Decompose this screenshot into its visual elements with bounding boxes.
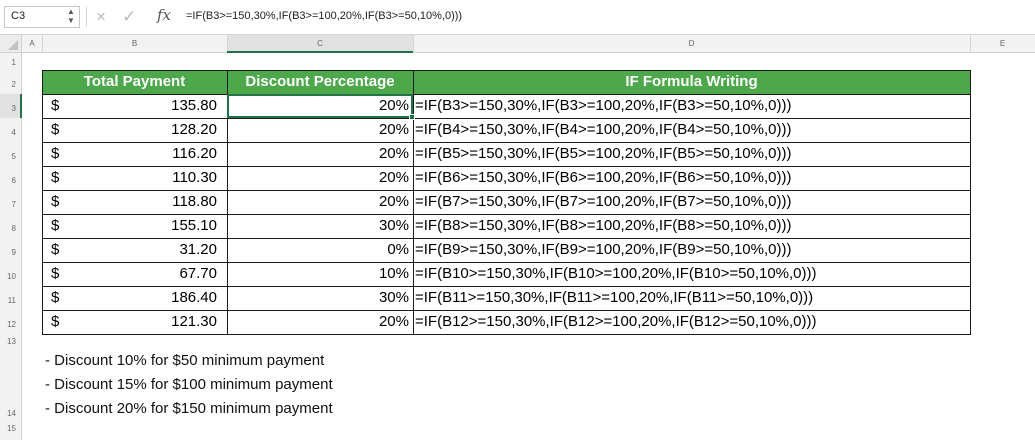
formula-input[interactable]: =IF(B3>=150,30%,IF(B3>=100,20%,IF(B3>=50…	[186, 10, 462, 22]
total-payment-cell[interactable]: 116.20	[42, 142, 217, 166]
name-box[interactable]: C3 ▲ ▼	[4, 6, 80, 28]
total-payment-cell[interactable]: 135.80	[42, 94, 217, 118]
row-header-5[interactable]: 5	[0, 152, 16, 161]
formula-bar	[0, 0, 1035, 35]
total-payment-cell[interactable]: 67.70	[42, 262, 217, 286]
note-line[interactable]: - Discount 10% for $50 minimum payment	[45, 352, 324, 369]
column-separator	[42, 35, 43, 53]
active-cell-selection[interactable]	[227, 94, 413, 118]
row-header-1[interactable]: 1	[0, 58, 16, 67]
active-row-indicator	[20, 94, 22, 118]
name-box-down-arrow-icon[interactable]: ▼	[66, 17, 76, 25]
row-header-7[interactable]: 7	[0, 200, 16, 209]
discount-cell[interactable]: 20%	[227, 310, 409, 334]
total-payment-cell[interactable]: 128.20	[42, 118, 217, 142]
row-header-11[interactable]: 11	[0, 296, 16, 305]
header-discount-percentage[interactable]: Discount Percentage	[227, 70, 413, 94]
formula-text-cell[interactable]: =IF(B8>=150,30%,IF(B8>=100,20%,IF(B8>=50…	[415, 214, 791, 238]
column-header-e[interactable]: E	[970, 35, 1035, 53]
discount-cell[interactable]: 20%	[227, 142, 409, 166]
column-separator	[970, 35, 971, 53]
row-header-8[interactable]: 8	[0, 224, 16, 233]
discount-cell[interactable]: 0%	[227, 238, 409, 262]
formula-text-cell[interactable]: =IF(B6>=150,30%,IF(B6>=100,20%,IF(B6>=50…	[415, 166, 791, 190]
name-box-up-arrow-icon[interactable]: ▲	[66, 8, 76, 16]
active-column-indicator	[227, 51, 413, 53]
total-payment-cell[interactable]: 186.40	[42, 286, 217, 310]
row-header-3[interactable]: 3	[0, 104, 16, 113]
formula-text-cell[interactable]: =IF(B9>=150,30%,IF(B9>=100,20%,IF(B9>=50…	[415, 238, 791, 262]
total-payment-cell[interactable]: 118.80	[42, 190, 217, 214]
table-border	[42, 70, 971, 71]
header-if-formula-writing[interactable]: IF Formula Writing	[413, 70, 970, 94]
row-header-14[interactable]: 14	[0, 409, 16, 418]
header-total-payment[interactable]: Total Payment	[42, 70, 227, 94]
formula-bar-divider	[86, 7, 87, 27]
row-header-4[interactable]: 4	[0, 128, 16, 137]
total-payment-cell[interactable]: 110.30	[42, 166, 217, 190]
discount-cell[interactable]: 30%	[227, 286, 409, 310]
discount-cell[interactable]: 20%	[227, 118, 409, 142]
total-payment-cell[interactable]: 155.10	[42, 214, 217, 238]
column-header-a[interactable]: A	[22, 35, 42, 53]
column-header-d[interactable]: D	[413, 35, 970, 53]
column-header-b[interactable]: B	[42, 35, 227, 53]
table-border	[413, 70, 414, 335]
row-header-15[interactable]: 15	[0, 424, 16, 433]
formula-text-cell[interactable]: =IF(B3>=150,30%,IF(B3>=100,20%,IF(B3>=50…	[415, 94, 791, 118]
row-header-6[interactable]: 6	[0, 176, 16, 185]
formula-text-cell[interactable]: =IF(B4>=150,30%,IF(B4>=100,20%,IF(B4>=50…	[415, 118, 791, 142]
note-line[interactable]: - Discount 20% for $150 minimum payment	[45, 400, 333, 417]
discount-cell[interactable]: 20%	[227, 190, 409, 214]
discount-cell[interactable]: 30%	[227, 214, 409, 238]
row-header-13[interactable]: 13	[0, 337, 16, 346]
formula-text-cell[interactable]: =IF(B7>=150,30%,IF(B7>=100,20%,IF(B7>=50…	[415, 190, 791, 214]
formula-text-cell[interactable]: =IF(B12>=150,30%,IF(B12>=100,20%,IF(B12>…	[415, 310, 817, 334]
formula-text-cell[interactable]: =IF(B10>=150,30%,IF(B10>=100,20%,IF(B10>…	[415, 262, 817, 286]
enter-icon[interactable]: ✓	[122, 7, 136, 27]
row-header-10[interactable]: 10	[0, 272, 16, 281]
total-payment-cell[interactable]: 31.20	[42, 238, 217, 262]
discount-cell[interactable]: 20%	[227, 166, 409, 190]
row-header-2[interactable]: 2	[0, 80, 16, 89]
table-border	[970, 70, 971, 335]
cancel-icon[interactable]: ×	[96, 7, 106, 27]
fill-handle[interactable]	[409, 114, 415, 120]
column-separator	[413, 35, 414, 53]
discount-cell[interactable]: 10%	[227, 262, 409, 286]
total-payment-cell[interactable]: 121.30	[42, 310, 217, 334]
row-header-12[interactable]: 12	[0, 320, 16, 329]
formula-text-cell[interactable]: =IF(B5>=150,30%,IF(B5>=100,20%,IF(B5>=50…	[415, 142, 791, 166]
select-all-triangle-icon	[8, 40, 18, 50]
name-box-value: C3	[11, 10, 26, 22]
insert-function-icon[interactable]: fx	[157, 6, 171, 24]
row-header-9[interactable]: 9	[0, 248, 16, 257]
note-line[interactable]: - Discount 15% for $100 minimum payment	[45, 376, 333, 393]
formula-text-cell[interactable]: =IF(B11>=150,30%,IF(B11>=100,20%,IF(B11>…	[415, 286, 813, 310]
table-border	[42, 334, 971, 335]
